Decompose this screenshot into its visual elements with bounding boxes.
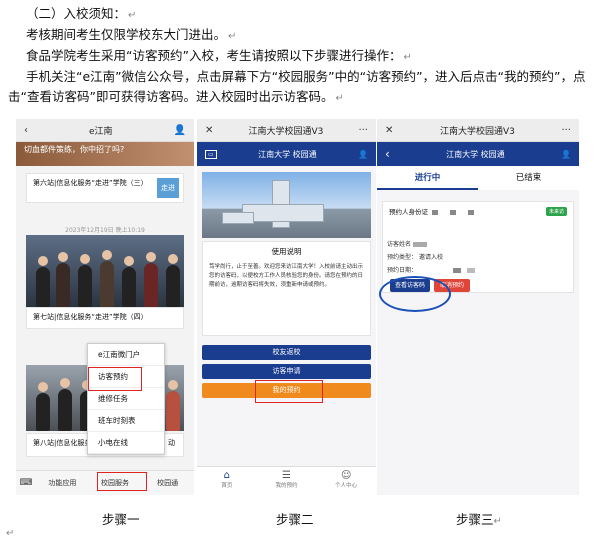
menu-item-portal[interactable]: e江南微门户 <box>88 344 164 366</box>
app-topbar: ✕ 江南大学校园通V3 ··· <box>377 119 579 142</box>
notice-title: 使用说明 <box>271 247 302 256</box>
paragraph-mark: ↵ <box>6 528 15 539</box>
menu-campus-pass[interactable]: 校园通 <box>141 478 194 488</box>
wechat-topbar: ‹ e江南 👤 <box>16 119 194 142</box>
article-card[interactable]: 第七站|信息化服务“走进”学院（四） <box>26 307 184 329</box>
app-logo: 江南大学 校园通 <box>446 149 505 159</box>
menu-item-repair[interactable]: 维修任务 <box>88 388 164 410</box>
tab-ongoing[interactable]: 进行中 <box>377 166 478 190</box>
menu-item-bus[interactable]: 班车时刻表 <box>88 410 164 432</box>
nav-header: ‹ 江南大学 校园通 👤 <box>377 142 579 166</box>
close-icon[interactable]: ✕ <box>205 125 213 136</box>
id-label: 预约人身份证 <box>389 208 428 216</box>
campus-photo <box>202 172 371 238</box>
menu-functions[interactable]: 功能应用 <box>36 478 89 488</box>
person-icon: ☺ <box>340 470 352 481</box>
timestamp: 2023年12月19日 晚上10:19 <box>65 227 145 234</box>
close-icon[interactable]: ✕ <box>385 125 393 136</box>
notice-card: 使用说明 笃学尚行，止于至善。欢迎您来访江南大学！入校前请主动出示您的访客码，以… <box>202 241 371 336</box>
more-icon[interactable]: ··· <box>561 125 571 136</box>
keyboard-icon[interactable]: ⌨ <box>16 478 36 488</box>
paragraph-visitor: 食品学院考生采用“访客预约”入校，考生请按照以下步骤进行操作： ↵ <box>26 48 412 63</box>
tab-profile[interactable]: ☺ 个人中心 <box>316 467 376 495</box>
article-title: 第六站|信息化服务“走进”学院（三） <box>33 179 148 187</box>
caption-step2: 步骤二 <box>276 512 314 527</box>
service-menu: e江南微门户 访客预约 维修任务 班车时刻表 小电在线 <box>87 343 165 455</box>
step1-screenshot: ‹ e江南 👤 切血都件策练，你中招了吗? 第六站|信息化服务“走进”学院（三）… <box>16 119 194 495</box>
step2-screenshot: ✕ 江南大学校园通V3 ··· ▭ 江南大学 校园通 👤 使用说明 笃学尚行，止… <box>197 119 376 495</box>
profile-icon[interactable]: 👤 <box>174 125 186 136</box>
user-icon[interactable]: 👤 <box>561 150 571 159</box>
tab-home[interactable]: ⌂ 首页 <box>197 467 257 495</box>
article-title: 第七站|信息化服务“走进”学院（四） <box>33 313 148 321</box>
visitor-apply-button[interactable]: 访客申请 <box>202 364 371 379</box>
reservation-tabs: 进行中 已结束 <box>377 166 579 190</box>
caption-step1: 步骤一 <box>102 512 140 527</box>
logo-badge-icon: ▭ <box>205 149 217 159</box>
highlight-campus-services <box>97 472 147 491</box>
article-photo <box>26 235 184 307</box>
bottom-tabbar: ⌂ 首页 ☰ 我的预约 ☺ 个人中心 <box>197 466 376 495</box>
highlight-visitor <box>88 367 142 391</box>
user-icon[interactable]: 👤 <box>358 150 368 159</box>
section-heading: （二）入校须知： ↵ <box>26 6 137 21</box>
app-logo: 江南大学 校园通 <box>258 149 317 159</box>
alumni-return-button[interactable]: 校友返校 <box>202 345 371 360</box>
caption-step3: 步骤三↵ <box>456 512 502 527</box>
banner[interactable]: 切血都件策练，你中招了吗? <box>16 142 194 166</box>
more-icon[interactable]: ··· <box>358 125 368 136</box>
nav-header: ▭ 江南大学 校园通 👤 <box>197 142 376 166</box>
type-row: 预约类型： 邀请入校 <box>387 254 443 261</box>
tab-reservations[interactable]: ☰ 我的预约 <box>257 467 317 495</box>
article-thumb: 走进 <box>157 178 179 198</box>
status-badge: 未来访 <box>545 207 567 216</box>
home-icon: ⌂ <box>223 470 231 481</box>
tab-ended[interactable]: 已结束 <box>478 166 579 190</box>
back-icon[interactable]: ‹ <box>385 147 390 161</box>
app-title: 江南大学校园通V3 <box>439 126 515 137</box>
visitor-name-row: 访客姓名 <box>387 239 428 248</box>
notice-body: 笃学尚行，止于至善。欢迎您来访江南大学！入校前请主动出示您的访客码，以便校方工作… <box>209 264 364 288</box>
list-icon: ☰ <box>282 470 291 481</box>
highlight-my-reservation <box>255 380 323 403</box>
account-title: e江南 <box>89 126 113 137</box>
paragraph-steps: 手机关注“e江南”微信公众号，点击屏幕下方“校园服务”中的“访客预约”，进入后点… <box>8 69 586 104</box>
article-card[interactable]: 第六站|信息化服务“走进”学院（三） 走进 <box>26 173 184 203</box>
app-title: 江南大学校园通V3 <box>248 126 324 137</box>
app-topbar: ✕ 江南大学校园通V3 ··· <box>197 119 376 142</box>
menu-item-power[interactable]: 小电在线 <box>88 432 164 454</box>
paragraph-gate: 考核期间考生仅限学校东大门进出。 ↵ <box>26 27 237 42</box>
highlight-view-code <box>379 276 451 312</box>
date-row: 预约日期： <box>387 265 476 274</box>
